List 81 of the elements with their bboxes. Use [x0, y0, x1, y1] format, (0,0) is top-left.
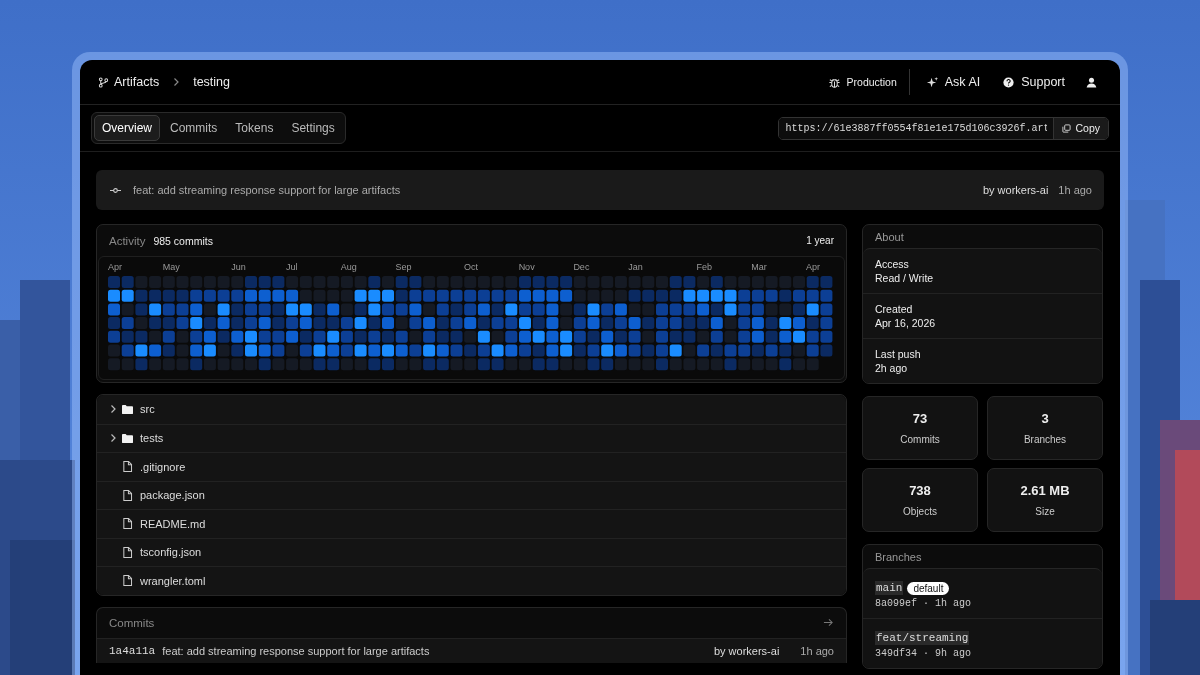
- month-label: May: [162, 262, 181, 274]
- commit-time: 1h ago: [800, 644, 834, 657]
- range-label: 1 year: [806, 235, 834, 246]
- commits-title: Commits: [109, 616, 155, 629]
- commit-row[interactable]: 1a4a11a feat: add streaming response support for large artifacts by workers-ai 1h ago: [97, 637, 846, 663]
- commit-message: feat: add streaming response support for large artifacts: [133, 184, 401, 196]
- breadcrumb-link[interactable]: Artifacts: [114, 75, 160, 89]
- activity-title: Activity: [109, 234, 146, 247]
- commit-author: by workers-ai: [982, 184, 1049, 196]
- default-badge: default: [907, 581, 950, 595]
- field-value: Apr 16, 2026: [875, 316, 937, 330]
- file-row[interactable]: package.json: [97, 480, 846, 509]
- field-value: Read / Write: [875, 271, 935, 285]
- commit-count: 985 commits: [153, 234, 213, 247]
- branch-meta: 8a099ef · 1h ago: [875, 598, 972, 609]
- branch-meta: 349df34 · 9h ago: [875, 648, 972, 659]
- month-label: Mar: [751, 262, 768, 274]
- tab[interactable]: Tokens: [227, 115, 282, 141]
- month-label: Dec: [573, 262, 591, 274]
- folder-icon: [122, 403, 133, 415]
- month-label: Jun: [231, 262, 247, 274]
- stat-value: 3: [1041, 411, 1049, 426]
- commit-message: feat: add streaming response support for large artifacts: [162, 644, 430, 657]
- tab[interactable]: Settings: [283, 115, 343, 141]
- file-name: package.json: [140, 489, 205, 502]
- file-row[interactable]: tests: [97, 423, 846, 452]
- sparkle-icon: [925, 75, 939, 89]
- chevron-right-icon: [172, 77, 181, 87]
- month-label: Sep: [395, 262, 413, 274]
- branches-title: Branches: [874, 550, 923, 565]
- month-label: Nov: [518, 262, 536, 274]
- file-icon: [122, 489, 133, 501]
- file-icon: [122, 546, 133, 558]
- file-icon: [122, 518, 133, 530]
- stat-label: Commits: [900, 434, 940, 445]
- breadcrumb-current: testing: [193, 75, 230, 89]
- month-label: Apr: [108, 262, 123, 274]
- environment-button[interactable]: Production: [821, 69, 910, 95]
- field-label: Created: [875, 302, 914, 316]
- file-name: .gitignore: [140, 460, 186, 473]
- file-name: README.md: [140, 517, 206, 530]
- file-row[interactable]: .gitignore: [97, 452, 846, 481]
- branch-name[interactable]: feat/streaming: [875, 631, 970, 645]
- file-icon: [122, 461, 133, 473]
- tab[interactable]: Overview: [94, 115, 160, 141]
- field-label: Access: [875, 257, 910, 271]
- file-icon: [122, 575, 133, 587]
- file-name: wrangler.toml: [140, 574, 206, 587]
- file-name: tests: [140, 432, 164, 445]
- stat-value: 73: [912, 411, 928, 426]
- stat-label: Size: [1035, 506, 1055, 517]
- month-label: Jul: [285, 262, 299, 274]
- support-button[interactable]: Support: [996, 71, 1071, 93]
- file-row[interactable]: README.md: [97, 509, 846, 538]
- file-name: tsconfig.json: [140, 546, 202, 559]
- stat-value: 738: [909, 483, 931, 498]
- file-row[interactable]: tsconfig.json: [97, 537, 846, 566]
- folder-icon: [122, 432, 133, 444]
- field-label: Last push: [875, 347, 922, 361]
- stat-value: 2.61 MB: [1020, 483, 1070, 498]
- file-name: src: [140, 403, 155, 416]
- about-title: About: [874, 230, 905, 245]
- month-label: Oct: [463, 262, 479, 274]
- branch-icon: [98, 76, 109, 88]
- ask-ai-button[interactable]: Ask AI: [919, 71, 987, 93]
- month-label: Aug: [340, 262, 358, 274]
- branch-name[interactable]: main: [875, 581, 904, 595]
- month-label: Jan: [628, 262, 644, 274]
- file-row[interactable]: src: [97, 395, 846, 424]
- file-row[interactable]: wrangler.toml: [97, 566, 846, 595]
- month-label: Apr: [806, 262, 822, 274]
- tab[interactable]: Commits: [162, 115, 226, 141]
- month-label: Feb: [696, 262, 714, 274]
- field-value: 2h ago: [875, 361, 909, 375]
- stat-label: Objects: [903, 506, 937, 517]
- stat-label: Branches: [1023, 434, 1067, 445]
- commit-author: by workers-ai: [713, 644, 780, 657]
- commit-time: 1h ago: [1058, 184, 1092, 196]
- arrow-right-icon[interactable]: [823, 617, 834, 628]
- commit-hash: 1a4a11a: [109, 644, 156, 657]
- help-icon: [1002, 75, 1016, 89]
